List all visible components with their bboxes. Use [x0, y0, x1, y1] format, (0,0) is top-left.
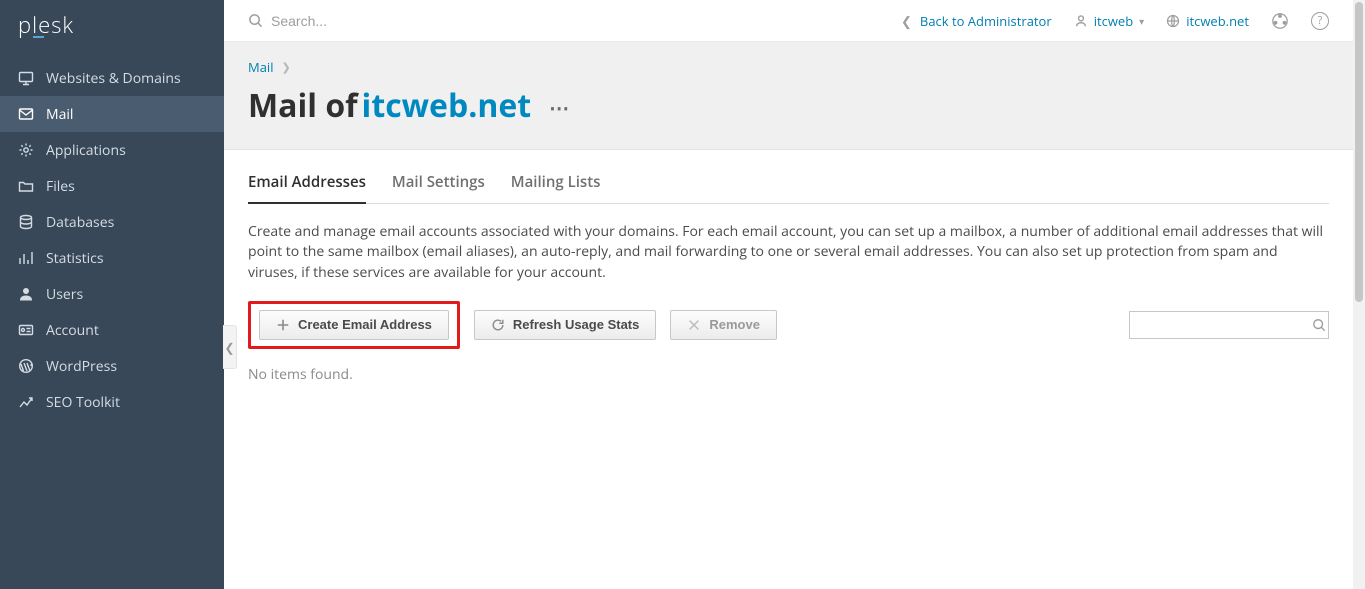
sidebar-item-label: WordPress — [46, 357, 117, 376]
extensions-icon[interactable] — [1271, 12, 1289, 30]
more-actions-icon[interactable]: ⋯ — [549, 98, 571, 118]
user-menu[interactable]: itcweb ▾ — [1074, 12, 1145, 30]
user-name-label: itcweb — [1094, 12, 1133, 30]
sidebar-item-account[interactable]: Account — [0, 312, 224, 348]
sidebar-item-wordpress[interactable]: WordPress — [0, 348, 224, 384]
wordpress-icon — [18, 358, 34, 374]
back-link-label: Back to Administrator — [920, 12, 1052, 30]
sidebar-item-label: Websites & Domains — [46, 69, 181, 88]
monitor-icon — [18, 70, 34, 86]
chevron-left-icon: ❮ — [901, 12, 912, 30]
breadcrumb: Mail ❯ — [248, 58, 1329, 76]
sidebar-collapse-handle[interactable]: ❮ — [223, 325, 237, 369]
brand-underline — [33, 36, 44, 38]
sidebar-item-applications[interactable]: Applications — [0, 132, 224, 168]
topbar: ❮ Back to Administrator itcweb ▾ itcweb.… — [224, 0, 1353, 42]
sidebar-item-users[interactable]: Users — [0, 276, 224, 312]
remove-icon — [687, 318, 701, 332]
scrollbar-thumb[interactable] — [1355, 2, 1363, 302]
button-label: Create Email Address — [298, 317, 432, 332]
list-search-input[interactable] — [1136, 317, 1312, 332]
refresh-usage-stats-button[interactable]: Refresh Usage Stats — [474, 310, 656, 340]
tab-label: Mailing Lists — [511, 172, 601, 192]
sidebar-item-label: Files — [46, 177, 75, 196]
chevron-right-icon: ❯ — [281, 60, 290, 75]
highlight-box: Create Email Address — [248, 301, 460, 349]
back-to-admin-link[interactable]: ❮ Back to Administrator — [901, 12, 1052, 30]
search-icon — [1312, 318, 1326, 332]
sidebar-item-label: Mail — [46, 105, 73, 124]
search-icon — [248, 13, 263, 28]
sidebar-item-statistics[interactable]: Statistics — [0, 240, 224, 276]
sidebar-item-label: Users — [46, 285, 83, 304]
help-icon[interactable]: ? — [1311, 12, 1329, 30]
toolbar: Create Email Address Refresh Usage Stats… — [248, 301, 1329, 349]
sidebar-item-databases[interactable]: Databases — [0, 204, 224, 240]
tab-mailing-lists[interactable]: Mailing Lists — [511, 172, 601, 203]
page-header: Mail ❯ Mail of itcweb.net ⋯ — [224, 42, 1353, 150]
tab-mail-settings[interactable]: Mail Settings — [392, 172, 485, 203]
sidebar: plesk Websites & Domains Mail Applicatio… — [0, 0, 224, 589]
list-search[interactable] — [1129, 311, 1329, 339]
toolbar-right — [1129, 311, 1329, 339]
tab-label: Email Addresses — [248, 172, 366, 192]
sidebar-item-label: Account — [46, 321, 99, 340]
card-icon — [18, 322, 34, 338]
refresh-icon — [491, 318, 505, 332]
page-title-domain: itcweb.net — [362, 84, 532, 127]
site-name-label: itcweb.net — [1186, 12, 1249, 30]
sidebar-item-label: Databases — [46, 213, 114, 232]
chevron-down-icon: ▾ — [1139, 14, 1144, 28]
database-icon — [18, 214, 34, 230]
vertical-scrollbar[interactable] — [1353, 0, 1365, 589]
sidebar-nav: Websites & Domains Mail Applications Fil… — [0, 50, 224, 420]
brand-text: plesk — [18, 10, 74, 40]
envelope-icon — [18, 106, 34, 122]
button-label: Remove — [709, 317, 760, 332]
folder-icon — [18, 178, 34, 194]
brand-logo[interactable]: plesk — [0, 0, 224, 50]
user-icon — [18, 286, 34, 302]
breadcrumb-root[interactable]: Mail — [248, 58, 273, 76]
page-area: Mail ❯ Mail of itcweb.net ⋯ ❮ Email Addr… — [224, 42, 1353, 589]
content: ❮ Email Addresses Mail Settings Mailing … — [224, 150, 1353, 384]
bar-chart-icon — [18, 250, 34, 266]
trend-icon — [18, 394, 34, 410]
empty-state-text: No items found. — [248, 365, 1329, 384]
person-icon — [1074, 14, 1088, 28]
button-label: Refresh Usage Stats — [513, 317, 639, 332]
global-search-input[interactable] — [271, 13, 571, 29]
sidebar-item-label: Applications — [46, 141, 126, 160]
sidebar-item-label: Statistics — [46, 249, 104, 268]
sidebar-item-label: SEO Toolkit — [46, 393, 120, 412]
topbar-links: ❮ Back to Administrator itcweb ▾ itcweb.… — [901, 12, 1329, 30]
plus-icon — [276, 318, 290, 332]
sidebar-item-mail[interactable]: Mail — [0, 96, 224, 132]
page-title: Mail of itcweb.net ⋯ — [248, 84, 1329, 127]
page-title-prefix: Mail of — [248, 84, 358, 127]
create-email-address-button[interactable]: Create Email Address — [259, 310, 449, 340]
description-text: Create and manage email accounts associa… — [248, 222, 1329, 283]
gear-icon — [18, 142, 34, 158]
sidebar-item-files[interactable]: Files — [0, 168, 224, 204]
remove-button[interactable]: Remove — [670, 310, 777, 340]
site-link[interactable]: itcweb.net — [1166, 12, 1249, 30]
global-search[interactable] — [248, 13, 901, 29]
globe-icon — [1166, 14, 1180, 28]
tab-email-addresses[interactable]: Email Addresses — [248, 172, 366, 204]
sidebar-item-seo-toolkit[interactable]: SEO Toolkit — [0, 384, 224, 420]
sidebar-item-websites-domains[interactable]: Websites & Domains — [0, 60, 224, 96]
tabs: Email Addresses Mail Settings Mailing Li… — [248, 172, 1329, 204]
tab-label: Mail Settings — [392, 172, 485, 192]
